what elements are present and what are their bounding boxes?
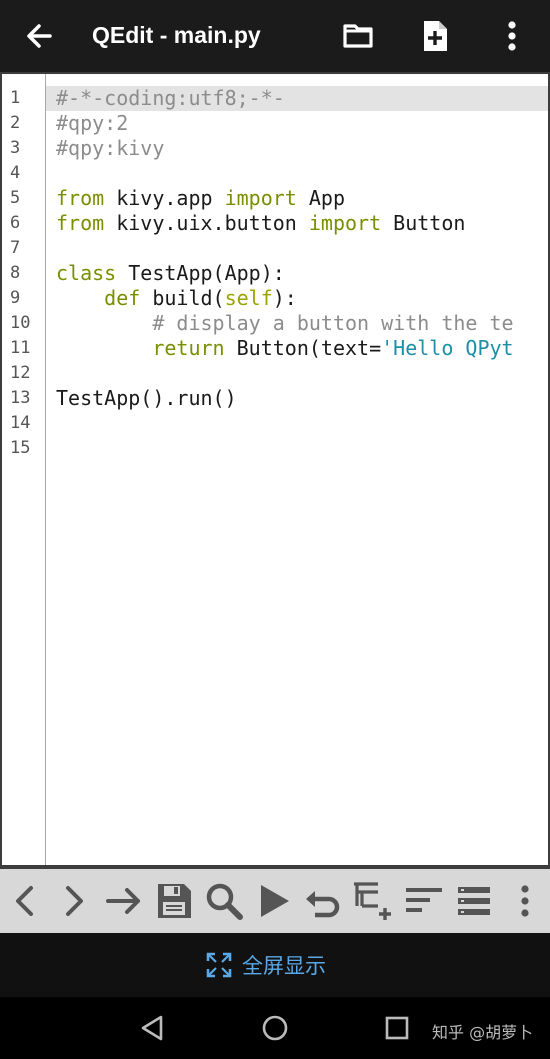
search-button[interactable] [202, 879, 246, 923]
new-file-icon [424, 21, 447, 51]
nav-recents-button[interactable] [377, 1009, 417, 1049]
line-number: 4 [10, 163, 21, 183]
prev-button[interactable] [4, 879, 48, 923]
code-line-11: return Button(text='Hello QPyt [56, 336, 514, 361]
line-number: 3 [10, 138, 21, 158]
line-number-gutter: 1 2 3 4 5 6 7 8 9 10 11 12 13 14 15 [2, 74, 46, 865]
save-button[interactable] [152, 879, 196, 923]
goto-button[interactable] [102, 879, 146, 923]
code-text: kivy.uix.button [104, 211, 309, 235]
more-vert-icon [508, 21, 516, 51]
code-text: kivy.app [104, 186, 225, 210]
folder-icon [343, 24, 373, 48]
string-literal: 'Hello QPyt [381, 336, 514, 360]
search-icon [206, 883, 243, 920]
line-number: 9 [10, 288, 21, 308]
back-button[interactable] [20, 16, 60, 56]
code-line-2: #qpy:2 [56, 111, 129, 135]
code-line-10: # display a button with the te [56, 311, 514, 336]
line-number: 7 [10, 238, 21, 258]
nav-home-icon [262, 1015, 288, 1041]
fullscreen-button[interactable]: 全屏显示 [206, 949, 326, 981]
code-line-3: #qpy:kivy [56, 136, 165, 160]
self-token: self [224, 286, 273, 310]
fullscreen-label: 全屏显示 [242, 954, 326, 978]
line-number: 13 [10, 388, 31, 408]
fullscreen-bar: 全屏显示 [0, 933, 550, 997]
keyword: import [224, 186, 297, 210]
run-button[interactable] [252, 879, 296, 923]
code-editor: 1 2 3 4 5 6 7 8 9 10 11 12 13 14 15 #-*-… [0, 72, 550, 869]
app-bar: QEdit - main.py [0, 0, 550, 72]
line-number: 8 [10, 263, 21, 283]
run-icon [261, 885, 289, 917]
nav-recents-icon [385, 1016, 409, 1040]
editor-toolbar [0, 869, 550, 933]
fullscreen-icon [206, 952, 232, 978]
line-number: 2 [10, 113, 21, 133]
list-button[interactable] [452, 879, 496, 923]
more-options-button[interactable] [490, 14, 534, 58]
code-line-13: TestApp().run() [56, 386, 237, 410]
editor-surface[interactable]: 1 2 3 4 5 6 7 8 9 10 11 12 13 14 15 #-*-… [2, 74, 548, 865]
line-number: 12 [10, 363, 31, 383]
code-text: build( [140, 286, 225, 310]
line-number: 10 [10, 313, 31, 333]
undo-button[interactable] [301, 879, 345, 923]
keyword: class [56, 261, 117, 285]
undo-icon [306, 891, 340, 918]
code-text: Button [381, 211, 466, 235]
next-button[interactable] [51, 879, 95, 923]
keyword: from [56, 211, 105, 235]
line-number: 1 [10, 88, 21, 108]
code-text: TestApp(App): [116, 261, 285, 285]
list-icon [458, 887, 490, 915]
chevron-left-icon [16, 886, 33, 916]
code-text: App [296, 186, 346, 210]
align-left-button[interactable] [402, 879, 446, 923]
code-line-5: from kivy.app import App [56, 186, 345, 211]
line-number: 5 [10, 188, 21, 208]
comment: # display a button with the te [152, 311, 514, 335]
arrow-back-icon [27, 24, 52, 48]
nav-back-button[interactable] [133, 1009, 173, 1049]
keyword: import [308, 211, 382, 235]
app-title: QEdit - main.py [92, 22, 261, 48]
line-number: 6 [10, 213, 21, 233]
indent-icon [354, 882, 391, 920]
nav-home-button[interactable] [255, 1009, 295, 1049]
arrow-right-icon [106, 888, 140, 914]
line-number: 11 [10, 338, 31, 358]
code-line-9: def build(self): [56, 286, 297, 311]
new-file-button[interactable] [413, 14, 457, 58]
code-text: ): [272, 286, 297, 310]
align-left-icon [406, 888, 442, 912]
code-line-8: class TestApp(App): [56, 261, 285, 286]
keyword: from [56, 186, 105, 210]
more-vert-icon [521, 885, 529, 917]
code-line-1: #-*-coding:utf8;-*- [56, 86, 285, 110]
save-icon [158, 884, 191, 918]
line-number: 14 [10, 413, 31, 433]
indent-button[interactable] [351, 879, 395, 923]
nav-back-icon [141, 1015, 163, 1041]
open-folder-button[interactable] [336, 14, 380, 58]
code-line-6: from kivy.uix.button import Button [56, 211, 465, 236]
code-area[interactable]: #-*-coding:utf8;-*- #qpy:2 #qpy:kivy fro… [46, 74, 548, 865]
watermark: 知乎 @胡萝卜 [432, 1023, 534, 1042]
chevron-right-icon [66, 886, 83, 916]
keyword: return [152, 336, 225, 360]
keyword: def [104, 286, 141, 310]
system-nav-bar: 知乎 @胡萝卜 [0, 997, 550, 1059]
toolbar-more-button[interactable] [503, 879, 547, 923]
line-number: 15 [10, 438, 31, 458]
code-text: Button(text= [224, 336, 382, 360]
